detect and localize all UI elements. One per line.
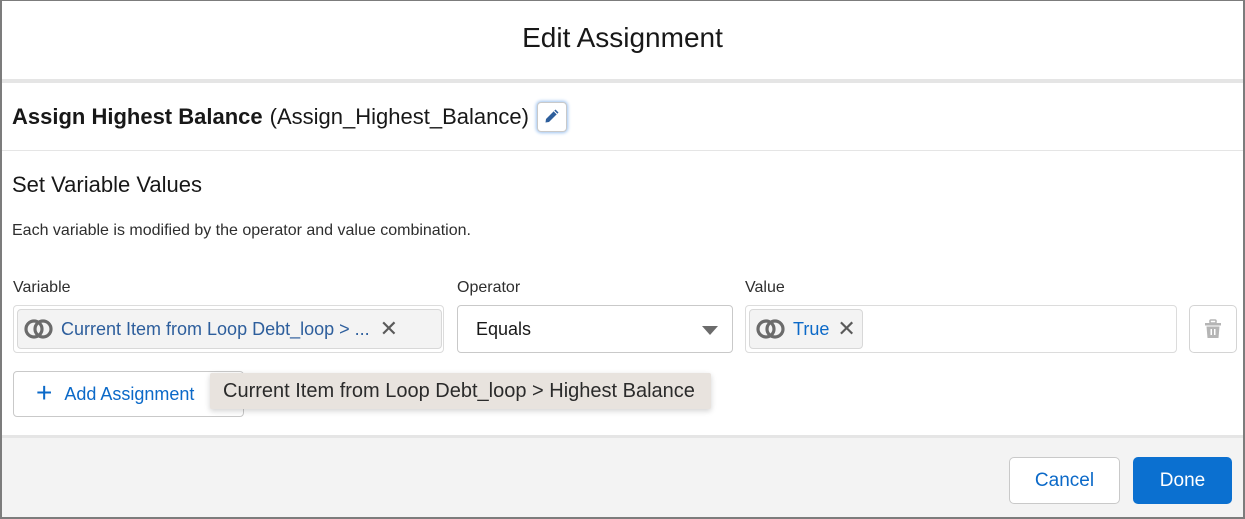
add-assignment-label: Add Assignment — [64, 383, 195, 404]
value-column-label: Value — [745, 279, 785, 296]
value-pill-text: True — [793, 318, 830, 339]
done-button[interactable]: Done — [1133, 457, 1232, 504]
value-field[interactable]: True ✕ — [745, 305, 1177, 353]
element-name-row: Assign Highest Balance (Assign_Highest_B… — [12, 99, 567, 135]
edit-assignment-dialog: Edit Assignment Assign Highest Balance (… — [0, 0, 1245, 519]
section-title: Set Variable Values — [12, 172, 202, 197]
plus-icon: + — [36, 376, 53, 408]
operator-select[interactable]: Equals — [457, 305, 733, 353]
element-label: Assign Highest Balance — [12, 104, 263, 129]
value-pill[interactable]: True ✕ — [749, 309, 863, 349]
variable-tooltip: Current Item from Loop Debt_loop > Highe… — [210, 373, 711, 409]
resource-merge-icon — [24, 318, 54, 340]
operator-selected-value: Equals — [476, 318, 532, 339]
edit-name-button[interactable] — [536, 102, 567, 132]
dialog-header: Edit Assignment — [2, 1, 1243, 79]
section-description: Each variable is modified by the operato… — [12, 222, 471, 239]
element-api-name: (Assign_Highest_Balance) — [269, 104, 529, 129]
variable-column-label: Variable — [13, 279, 71, 296]
cancel-button[interactable]: Cancel — [1009, 457, 1120, 504]
close-icon[interactable]: ✕ — [837, 318, 855, 340]
variable-pill-text: Current Item from Loop Debt_loop > ... — [61, 318, 370, 339]
delete-assignment-button[interactable] — [1189, 305, 1237, 353]
operator-column-label: Operator — [457, 279, 521, 296]
resource-merge-icon — [756, 318, 786, 340]
variable-field[interactable]: Current Item from Loop Debt_loop > ... ✕ — [13, 305, 444, 353]
close-icon[interactable]: ✕ — [380, 318, 398, 340]
trash-icon — [1204, 319, 1222, 339]
header-divider — [2, 79, 1243, 83]
pencil-icon — [544, 104, 560, 130]
caret-down-icon — [702, 326, 718, 335]
section-divider — [2, 150, 1243, 151]
dialog-title: Edit Assignment — [522, 22, 723, 53]
variable-pill[interactable]: Current Item from Loop Debt_loop > ... ✕ — [17, 309, 442, 349]
